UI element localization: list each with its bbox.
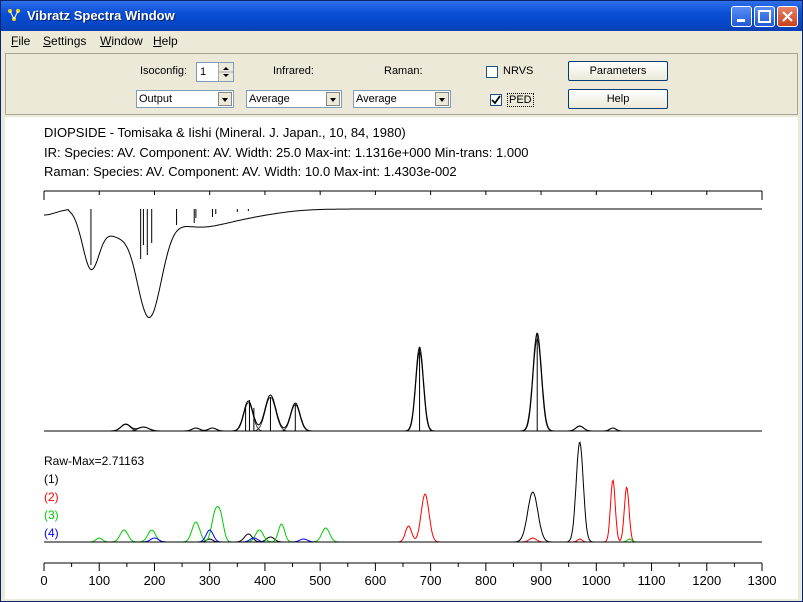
x-axis-tick-label: 1000	[582, 573, 611, 588]
raman-component-curve	[228, 402, 269, 432]
output-select[interactable]: Output	[136, 90, 234, 108]
isoconfig-label: Isoconfig:	[140, 65, 188, 77]
x-axis-tick-label: 400	[254, 573, 276, 588]
x-axis-tick-label: 500	[309, 573, 331, 588]
raman-select-value: Average	[356, 93, 397, 105]
raman-mode-sticks	[245, 333, 538, 431]
dropdown-arrow-icon[interactable]	[326, 92, 340, 106]
x-axis: 0 100 200 300 400 500 600 700 800 900 1000 1100 1200…	[40, 562, 777, 588]
x-axis-tick-label: 600	[365, 573, 387, 588]
minimize-icon	[737, 19, 745, 22]
ir-top-ticks	[98, 191, 708, 195]
stepper-buttons[interactable]	[218, 63, 233, 81]
ped-label[interactable]: PED	[507, 93, 534, 107]
close-button[interactable]	[777, 6, 798, 27]
spectra-plot-area[interactable]: DIOPSIDE - Tomisaka & Iishi (Mineral. J.…	[5, 117, 798, 599]
x-axis-tick-label: 100	[88, 573, 110, 588]
ped-checkbox[interactable]	[490, 94, 502, 106]
dropdown-arrow-icon[interactable]	[218, 92, 232, 106]
raman-component-curve	[563, 425, 597, 432]
x-axis-tick-label: 0	[40, 573, 47, 588]
checkmark-icon	[491, 95, 501, 105]
minimize-button[interactable]	[731, 6, 752, 27]
raman-label: Raman:	[384, 65, 423, 77]
infrared-select[interactable]: Average	[246, 90, 342, 108]
menu-bar: File Settings Window Help	[1, 31, 802, 51]
menu-file[interactable]: File	[11, 34, 30, 48]
isoconfig-value[interactable]: 1	[200, 66, 206, 78]
vibratz-window: Vibratz Spectra Window File Settings Win…	[0, 0, 803, 602]
ir-frame	[43, 190, 763, 200]
ped-label-4: (4)	[44, 526, 59, 540]
nrvs-label[interactable]: NRVS	[503, 65, 533, 77]
raman-spectrum-curve	[44, 332, 762, 432]
ped-curve-3	[44, 505, 762, 543]
stepper-arrows-icon	[219, 67, 233, 77]
help-button[interactable]: Help	[568, 89, 668, 109]
x-axis-tick-label: 300	[199, 573, 221, 588]
x-axis-tick-label: 900	[530, 573, 552, 588]
ped-curve-2	[44, 479, 762, 543]
ped-label-1: (1)	[44, 472, 59, 486]
ped-curve-1	[44, 441, 762, 543]
parameters-button[interactable]: Parameters	[568, 61, 668, 81]
x-axis-tick-label: 800	[475, 573, 497, 588]
nrvs-checkbox[interactable]	[486, 66, 498, 78]
x-axis-tick-label: 200	[144, 573, 166, 588]
close-icon	[782, 11, 793, 22]
maximize-icon	[758, 10, 771, 23]
infrared-label: Infrared:	[273, 65, 314, 77]
isoconfig-stepper[interactable]: 1	[196, 62, 234, 82]
dropdown-arrow-icon[interactable]	[435, 92, 449, 106]
ped-label-3: (3)	[44, 508, 59, 522]
toolbar: Isoconfig: 1 Infrared: Raman: NRVS Param…	[5, 53, 798, 115]
infrared-select-value: Average	[249, 93, 290, 105]
title-bar[interactable]: Vibratz Spectra Window	[1, 1, 802, 31]
raman-select[interactable]: Average	[353, 90, 451, 108]
spectra-svg: 0 100 200 300 400 500 600 700 800 900 1000 1100 1200…	[40, 190, 777, 588]
ped-label-2: (2)	[44, 490, 59, 504]
ped-curves	[44, 441, 762, 543]
x-axis-tick-label: 700	[420, 573, 442, 588]
menu-settings[interactable]: Settings	[43, 34, 86, 48]
x-axis-tick-label: 1300	[748, 573, 777, 588]
window-title: Vibratz Spectra Window	[27, 8, 175, 23]
raman-component-curve	[120, 426, 167, 432]
menu-help[interactable]: Help	[153, 34, 178, 48]
maximize-button[interactable]	[754, 6, 775, 27]
x-axis-tick-label: 1200	[692, 573, 721, 588]
ped-curve-4	[44, 529, 762, 543]
app-icon	[8, 9, 20, 21]
output-select-value: Output	[139, 93, 173, 105]
raman-component-curves	[105, 338, 627, 432]
x-axis-tick-label: 1100	[638, 573, 666, 588]
raw-max-label: Raw-Max=2.71163	[44, 454, 145, 468]
menu-window[interactable]: Window	[100, 34, 143, 48]
